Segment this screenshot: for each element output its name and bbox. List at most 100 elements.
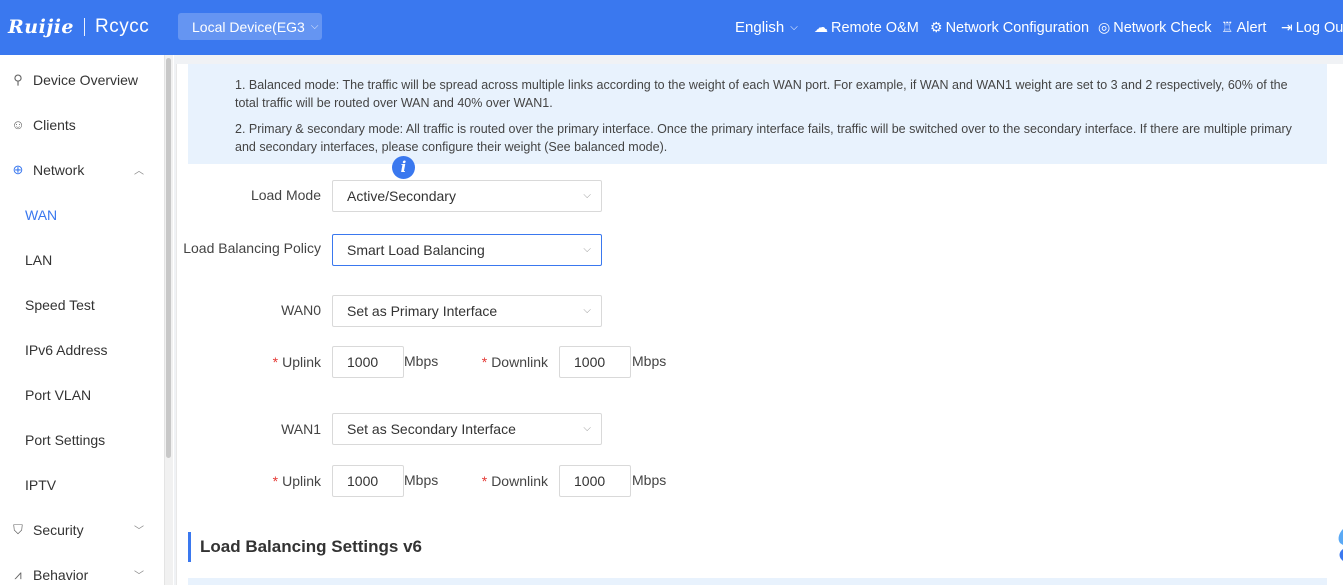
downlink-label-text: Downlink [491, 354, 548, 370]
wan0-uplink-label: * Uplink [273, 354, 321, 370]
sidebar-item-label: WAN [25, 206, 58, 223]
chevron-down-icon: ⌵ [790, 22, 798, 33]
load-balancing-policy-label: Load Balancing Policy [183, 240, 321, 256]
wan0-downlink-value: 1000 [574, 354, 606, 370]
nav-alert-label: Alert [1236, 19, 1267, 36]
nav-network-configuration-label: Network Configuration [945, 19, 1090, 36]
sidebar-item-label: IPv6 Address [25, 341, 108, 358]
sidebar-item-label: Behavior [33, 566, 89, 583]
nav-remote-om-label: Remote O&M [831, 19, 919, 36]
wan1-downlink-unit: Mbps [632, 472, 667, 488]
chevron-down-icon: ⌵ [310, 21, 319, 32]
sidebar-item-port-settings[interactable]: Port Settings [0, 417, 160, 462]
required-mark: * [481, 354, 488, 370]
sidebar-item-label: Clients [33, 116, 76, 133]
wan0-role-value: Set as Primary Interface [347, 303, 498, 319]
sidebar-item-iptv[interactable]: IPTV [0, 462, 160, 507]
top-bar: Ruijie Rcycc Local Device(EG3 ⌵ English … [0, 0, 1343, 55]
sidebar-item-port-vlan[interactable]: Port VLAN [0, 372, 160, 417]
sidebar-scrollbar-thumb[interactable] [166, 58, 171, 458]
wan0-label: WAN0 [281, 302, 321, 318]
globe-icon: ⊕ [12, 161, 24, 177]
wan1-uplink-input[interactable]: 1000 [332, 465, 404, 497]
load-balancing-policy-value: Smart Load Balancing [347, 242, 485, 258]
chevron-down-icon: ⌵ [583, 244, 591, 255]
logo-divider [84, 18, 86, 36]
device-select[interactable]: Local Device(EG3 ⌵ [178, 13, 322, 40]
wan0-uplink-value: 1000 [347, 354, 379, 370]
chart-icon: ⩘ [14, 566, 22, 582]
language-select[interactable]: English ⌵ [735, 0, 798, 55]
nav-log-out[interactable]: ⇥ Log Out [1281, 0, 1343, 55]
chevron-down-icon: ⌵ [583, 305, 591, 316]
logo[interactable]: Ruijie Rcycc [8, 15, 149, 39]
device-select-value: Local Device(EG3 [192, 18, 305, 35]
sidebar-item-security[interactable]: ⛉ Security ﹀ [0, 507, 160, 552]
downlink-label-text: Downlink [491, 473, 548, 489]
section-title-load-balancing-v6: Load Balancing Settings v6 [188, 532, 422, 562]
logout-icon: ⇥ [1281, 19, 1293, 35]
load-mode-select[interactable]: Active/Secondary ⌵ [332, 180, 602, 212]
network-config-icon: ⚙ [930, 19, 943, 35]
uplink-label-text: Uplink [282, 354, 321, 370]
required-mark: * [272, 473, 279, 489]
chevron-down-icon: ⌵ [583, 190, 591, 201]
sidebar-item-label: LAN [25, 251, 53, 268]
alert-icon: ♖ [1221, 19, 1234, 35]
sidebar-item-device-overview[interactable]: ⚲ Device Overview [0, 57, 160, 102]
sidebar-item-behavior[interactable]: ⩘ Behavior ﹀ [0, 552, 160, 585]
notice-line-primary-secondary: 2. Primary & secondary mode: All traffic… [235, 122, 1292, 154]
wan1-uplink-value: 1000 [347, 473, 379, 489]
sidebar-item-network[interactable]: ⊕ Network ︿ [0, 147, 160, 192]
wan0-downlink-unit: Mbps [632, 353, 667, 369]
wan1-uplink-unit: Mbps [404, 472, 439, 488]
load-balancing-policy-select[interactable]: Smart Load Balancing ⌵ [332, 234, 602, 266]
sidebar-item-speed-test[interactable]: Speed Test [0, 282, 160, 327]
uplink-label-text: Uplink [282, 473, 321, 489]
wan1-downlink-value: 1000 [574, 473, 606, 489]
section-v6-notice-strip [188, 578, 1327, 585]
wan0-downlink-input[interactable]: 1000 [559, 346, 631, 378]
sidebar-item-label: IPTV [25, 476, 57, 493]
chevron-down-icon: ﹀ [134, 571, 144, 582]
sidebar-item-label: Security [33, 521, 84, 538]
sidebar-item-clients[interactable]: ☺ Clients [0, 102, 160, 147]
required-mark: * [272, 354, 279, 370]
sidebar-item-label: Port VLAN [25, 386, 92, 403]
sidebar-item-lan[interactable]: LAN [0, 237, 160, 282]
wan1-label: WAN1 [281, 421, 321, 437]
cloud-icon: ☁ [814, 19, 828, 35]
chevron-down-icon: ﹀ [134, 526, 144, 537]
topology-icon: ⚲ [13, 71, 23, 87]
required-mark: * [481, 473, 488, 489]
sidebar-item-label: Device Overview [33, 71, 139, 88]
nav-network-check-label: Network Check [1113, 19, 1212, 36]
floating-assistant-icon[interactable] [1335, 527, 1343, 563]
wan1-downlink-label: * Downlink [482, 473, 548, 489]
notice-line-balanced: 1. Balanced mode: The traffic will be sp… [235, 78, 1288, 110]
load-mode-label: Load Mode [250, 187, 321, 203]
shield-icon: ⛉ [13, 521, 23, 537]
nav-remote-om[interactable]: ☁ Remote O&M [814, 0, 919, 55]
nav-network-check[interactable]: ◎ Network Check [1098, 0, 1212, 55]
wan1-uplink-label: * Uplink [273, 473, 321, 489]
sidebar-item-wan[interactable]: WAN [0, 192, 160, 237]
wan1-role-value: Set as Secondary Interface [347, 421, 516, 437]
nav-alert[interactable]: ♖ Alert [1221, 0, 1266, 55]
wan0-uplink-unit: Mbps [404, 353, 439, 369]
wan1-downlink-input[interactable]: 1000 [559, 465, 631, 497]
wan0-downlink-label: * Downlink [482, 354, 548, 370]
nav-network-configuration[interactable]: ⚙ Network Configuration [930, 0, 1089, 55]
wan0-uplink-input[interactable]: 1000 [332, 346, 404, 378]
info-icon: i [392, 156, 415, 179]
sidebar-item-label: Network [33, 161, 85, 178]
wan1-role-select[interactable]: Set as Secondary Interface ⌵ [332, 413, 602, 445]
brand-name: Ruijie [8, 16, 75, 38]
language-label: English [735, 19, 785, 36]
user-icon: ☺ [11, 117, 25, 132]
wan0-role-select[interactable]: Set as Primary Interface ⌵ [332, 295, 602, 327]
chevron-up-icon: ︿ [134, 166, 144, 177]
product-name: Rcycc [95, 16, 150, 37]
sidebar-item-ipv6-address[interactable]: IPv6 Address [0, 327, 160, 372]
sidebar-item-label: Port Settings [25, 431, 106, 448]
